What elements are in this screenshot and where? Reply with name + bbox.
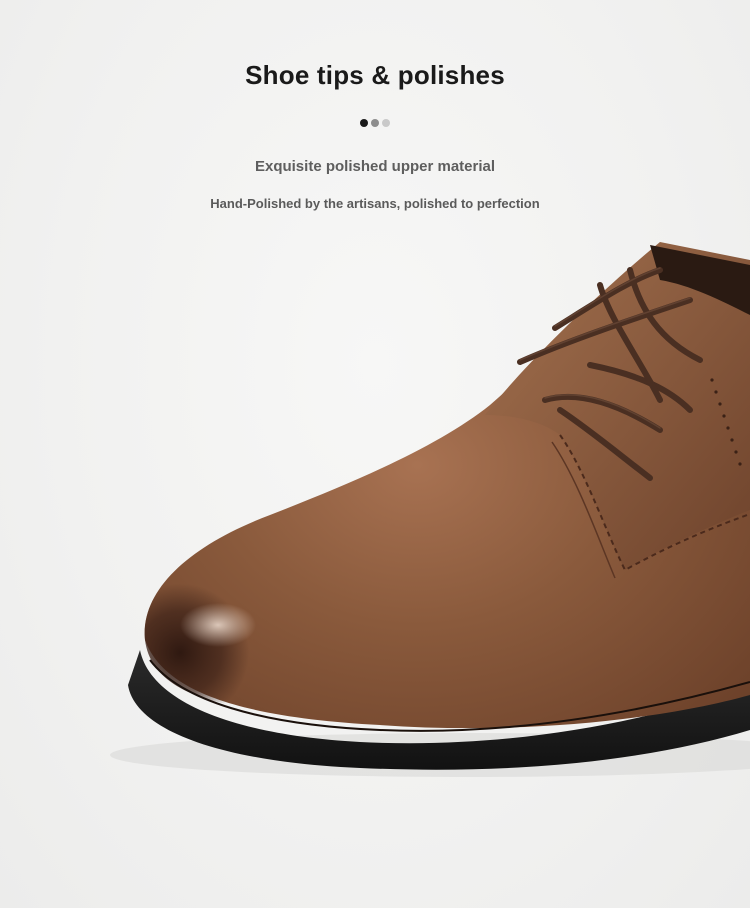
section-title: Shoe tips & polishes <box>245 60 505 90</box>
carousel-dot-1[interactable] <box>360 119 368 127</box>
shoe-image <box>110 242 750 777</box>
carousel-dot-3[interactable] <box>382 119 390 127</box>
carousel-dot-2[interactable] <box>371 119 379 127</box>
product-detail-page: Shoe tips & polishes Exquisite polished … <box>0 0 750 908</box>
carousel-indicator <box>0 119 750 127</box>
section-description: Hand-Polished by the artisans, polished … <box>210 196 540 211</box>
section-subtitle: Exquisite polished upper material <box>254 158 496 175</box>
